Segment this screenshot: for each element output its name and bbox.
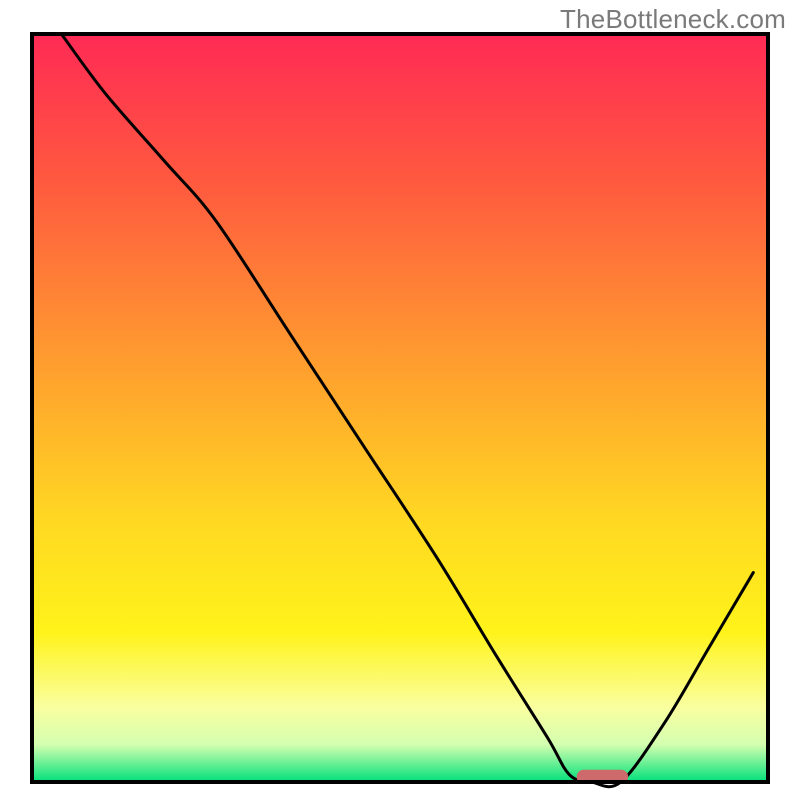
bottleneck-chart [0,0,800,800]
watermark-text: TheBottleneck.com [560,4,786,35]
chart-container: TheBottleneck.com [0,0,800,800]
plot-background [32,34,768,782]
